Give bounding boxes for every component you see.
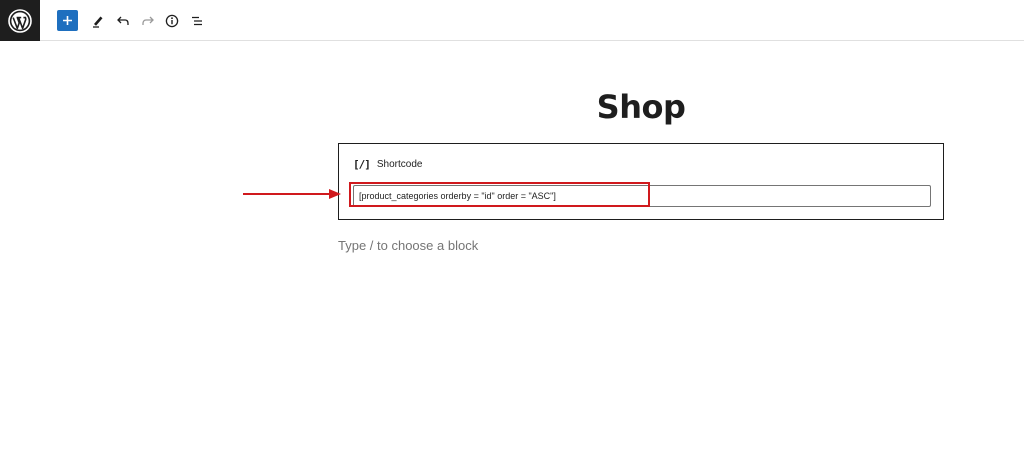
info-icon[interactable]	[161, 10, 183, 32]
block-placeholder[interactable]: Type / to choose a block	[338, 238, 478, 253]
undo-icon[interactable]	[112, 10, 134, 32]
annotation-arrow	[243, 189, 341, 199]
list-view-icon[interactable]	[186, 10, 208, 32]
pencil-icon[interactable]	[87, 10, 109, 32]
shortcode-input-value: [product_categories orderby = "id" order…	[359, 191, 556, 201]
shortcode-block-header: [/] Shortcode	[353, 158, 422, 171]
page-title[interactable]: Shop	[338, 88, 944, 126]
shortcode-icon: [/]	[353, 158, 371, 171]
editor-toolbar	[0, 0, 1024, 41]
plus-icon[interactable]	[57, 10, 78, 31]
wordpress-icon[interactable]	[0, 0, 40, 41]
redo-icon[interactable]	[137, 10, 159, 32]
shortcode-input[interactable]: [product_categories orderby = "id" order…	[353, 185, 931, 207]
shortcode-label: Shortcode	[376, 159, 423, 170]
shortcode-block[interactable]: [/] Shortcode [product_categories orderb…	[338, 143, 944, 220]
